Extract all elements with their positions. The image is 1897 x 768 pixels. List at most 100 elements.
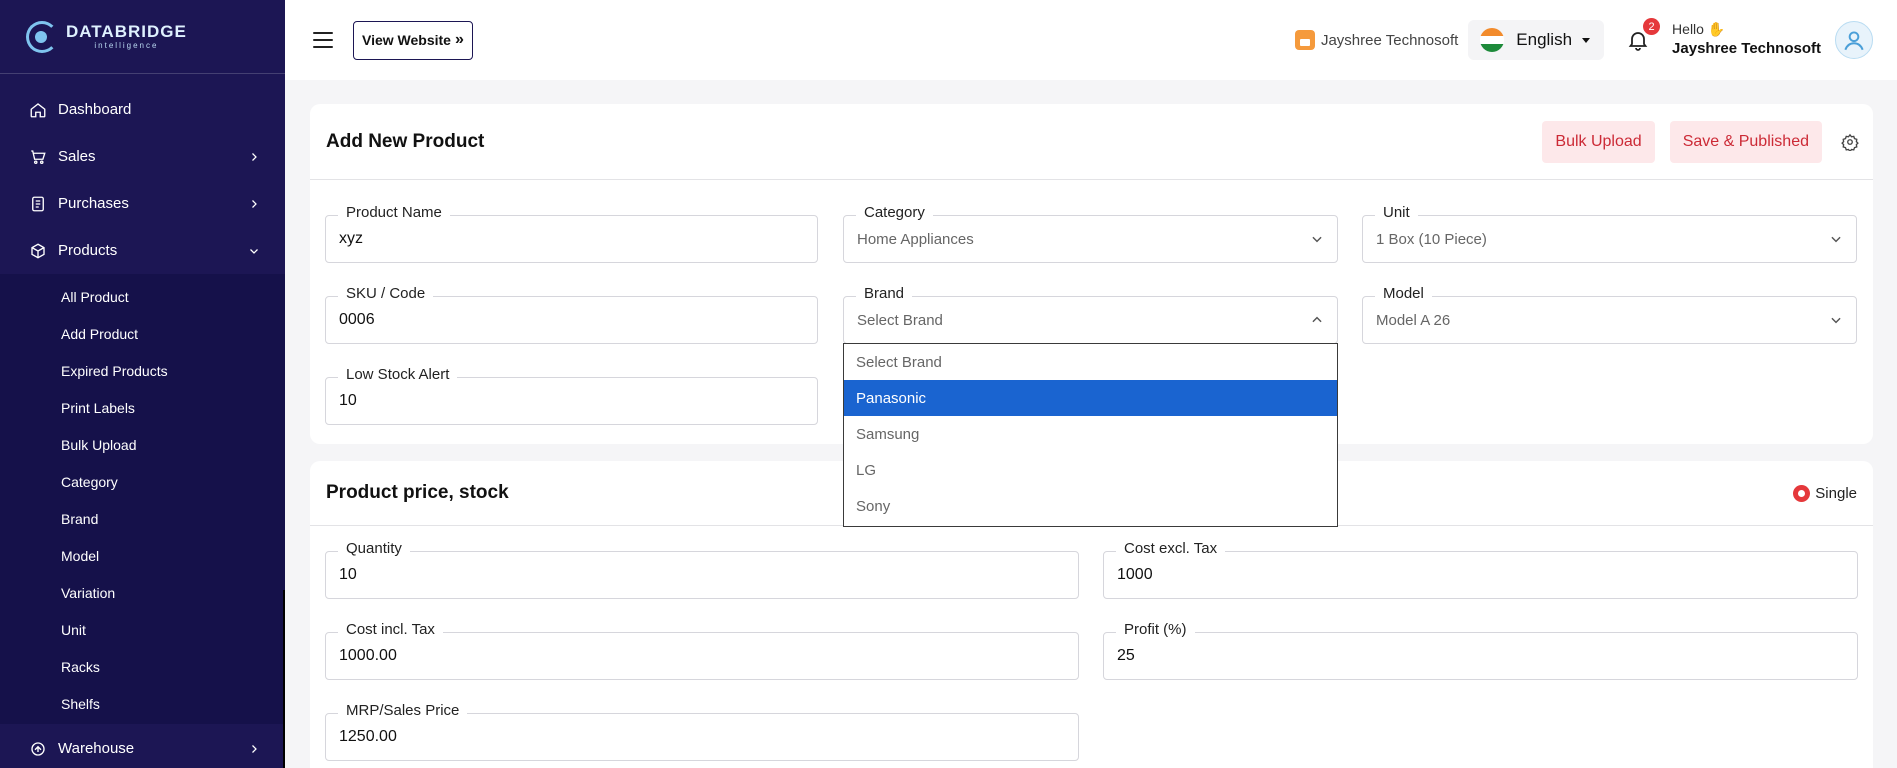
sidebar-item-products[interactable]: Products	[0, 227, 285, 274]
cost-excl-tax-value: 1000	[1117, 566, 1153, 583]
submenu-variation[interactable]: Variation	[0, 574, 285, 611]
brand-select[interactable]: Brand Select Brand	[843, 285, 1338, 344]
submenu-model[interactable]: Model	[0, 537, 285, 574]
view-website-button[interactable]: View Website »	[353, 20, 473, 60]
brand-value: Select Brand	[857, 312, 943, 329]
low-stock-value: 10	[339, 392, 357, 409]
submenu-bulk-upload[interactable]: Bulk Upload	[0, 426, 285, 463]
chevron-right-icon	[247, 197, 261, 211]
chevron-down-icon	[1828, 312, 1844, 328]
gear-icon[interactable]	[1839, 131, 1861, 153]
sidebar-scrollbar[interactable]	[283, 590, 285, 768]
chevron-right-icon	[247, 742, 261, 756]
submenu-add-product[interactable]: Add Product	[0, 315, 285, 352]
profit-field[interactable]: Profit (%) 25	[1103, 621, 1858, 680]
cube-icon	[28, 241, 48, 261]
sku-label: SKU / Code	[338, 285, 434, 302]
bulk-upload-button[interactable]: Bulk Upload	[1542, 121, 1655, 163]
model-value: Model A 26	[1376, 312, 1451, 329]
brand-title: DATABRIDGE	[66, 22, 187, 41]
user-greeting: Hello ✋ Jayshree Technosoft	[1672, 20, 1821, 59]
sidebar-item-label: Warehouse	[58, 740, 135, 757]
sidebar-item-label: Sales	[58, 148, 96, 165]
notification-button[interactable]: 2	[1624, 18, 1661, 54]
hello-text: Hello	[1672, 21, 1704, 38]
sku-field[interactable]: SKU / Code 0006	[325, 285, 818, 344]
category-select[interactable]: Category Home Appliances	[843, 204, 1338, 263]
chevron-down-icon	[247, 244, 261, 258]
user-logo-icon	[1844, 31, 1864, 51]
cost-incl-tax-label: Cost incl. Tax	[338, 621, 443, 638]
sidebar-item-sales[interactable]: Sales	[0, 133, 285, 180]
top-bar: View Website » Jayshree Technosoft Engli…	[285, 0, 1897, 80]
submenu-all-product[interactable]: All Product	[0, 278, 285, 315]
language-selector[interactable]: English	[1468, 20, 1605, 60]
sku-value: 0006	[339, 311, 375, 328]
logo-icon	[26, 20, 58, 53]
chevron-down-icon	[1309, 231, 1325, 247]
cart-icon	[28, 147, 48, 167]
sidebar-nav: Dashboard Sales Purchases Products All P…	[0, 74, 285, 724]
product-name-value: xyz	[339, 230, 363, 247]
brand-label: Brand	[856, 285, 913, 302]
products-submenu: All Product Add Product Expired Products…	[0, 274, 285, 724]
view-website-label: View Website	[362, 32, 451, 48]
chevron-right-icon	[247, 150, 261, 164]
unit-label: Unit	[1375, 204, 1418, 221]
unit-select[interactable]: Unit 1 Box (10 Piece)	[1362, 204, 1857, 263]
quantity-value: 10	[339, 566, 357, 583]
menu-toggle-icon[interactable]	[313, 32, 333, 48]
low-stock-alert-field[interactable]: Low Stock Alert 10	[325, 366, 818, 425]
quantity-field[interactable]: Quantity 10	[325, 540, 1079, 599]
cost-incl-tax-field[interactable]: Cost incl. Tax 1000.00	[325, 621, 1079, 680]
india-flag-icon	[1480, 28, 1505, 52]
brand-subtitle: intelligence	[94, 41, 159, 50]
cost-excl-tax-field[interactable]: Cost excl. Tax 1000	[1103, 540, 1858, 599]
page-title: Add New Product	[326, 130, 485, 152]
brand-option-lg[interactable]: LG	[844, 452, 1337, 488]
avatar[interactable]	[1835, 21, 1873, 59]
chevron-down-icon	[1828, 231, 1844, 247]
model-label: Model	[1375, 285, 1432, 302]
sidebar-item-dashboard[interactable]: Dashboard	[0, 86, 285, 133]
profit-label: Profit (%)	[1116, 621, 1195, 638]
product-name-label: Product Name	[338, 204, 450, 221]
wave-icon: ✋	[1707, 21, 1726, 38]
company-switcher[interactable]: Jayshree Technosoft	[1294, 30, 1458, 50]
unit-value: 1 Box (10 Piece)	[1376, 231, 1487, 248]
sidebar: DATABRIDGE intelligence Dashboard Sales …	[0, 0, 285, 768]
brand-option-panasonic[interactable]: Panasonic	[844, 380, 1337, 416]
submenu-brand[interactable]: Brand	[0, 500, 285, 537]
model-select[interactable]: Model Model A 26	[1362, 285, 1857, 344]
radio-checked-icon	[1793, 485, 1811, 502]
sidebar-item-purchases[interactable]: Purchases	[0, 180, 285, 227]
brand-option-select[interactable]: Select Brand	[844, 344, 1337, 380]
submenu-category[interactable]: Category	[0, 463, 285, 500]
brand-logo[interactable]: DATABRIDGE intelligence	[0, 0, 285, 74]
home-icon	[28, 100, 48, 120]
category-label: Category	[856, 204, 933, 221]
sidebar-item-label: Dashboard	[58, 101, 132, 118]
single-radio-label: Single	[1815, 485, 1857, 502]
submenu-racks[interactable]: Racks	[0, 648, 285, 685]
product-name-field[interactable]: Product Name xyz	[325, 204, 818, 263]
cost-incl-tax-value: 1000.00	[339, 647, 397, 664]
sidebar-item-label: Products	[58, 242, 118, 259]
single-radio[interactable]: Single	[1793, 485, 1857, 502]
submenu-print-labels[interactable]: Print Labels	[0, 389, 285, 426]
submenu-shelfs[interactable]: Shelfs	[0, 685, 285, 722]
mrp-value: 1250.00	[339, 728, 397, 745]
sidebar-item-label: Purchases	[58, 195, 129, 212]
save-published-button[interactable]: Save & Published	[1669, 121, 1822, 163]
mrp-sales-price-field[interactable]: MRP/Sales Price 1250.00	[325, 702, 1079, 761]
store-icon	[1294, 30, 1315, 50]
chevron-up-icon	[1309, 312, 1325, 328]
brand-option-sony[interactable]: Sony	[844, 488, 1337, 524]
brand-option-samsung[interactable]: Samsung	[844, 416, 1337, 452]
sidebar-item-warehouse[interactable]: Warehouse	[0, 725, 285, 768]
quantity-label: Quantity	[338, 540, 410, 557]
submenu-unit[interactable]: Unit	[0, 611, 285, 648]
caret-down-icon	[1582, 37, 1591, 43]
submenu-expired-products[interactable]: Expired Products	[0, 352, 285, 389]
double-chevron-right-icon: »	[454, 31, 464, 48]
